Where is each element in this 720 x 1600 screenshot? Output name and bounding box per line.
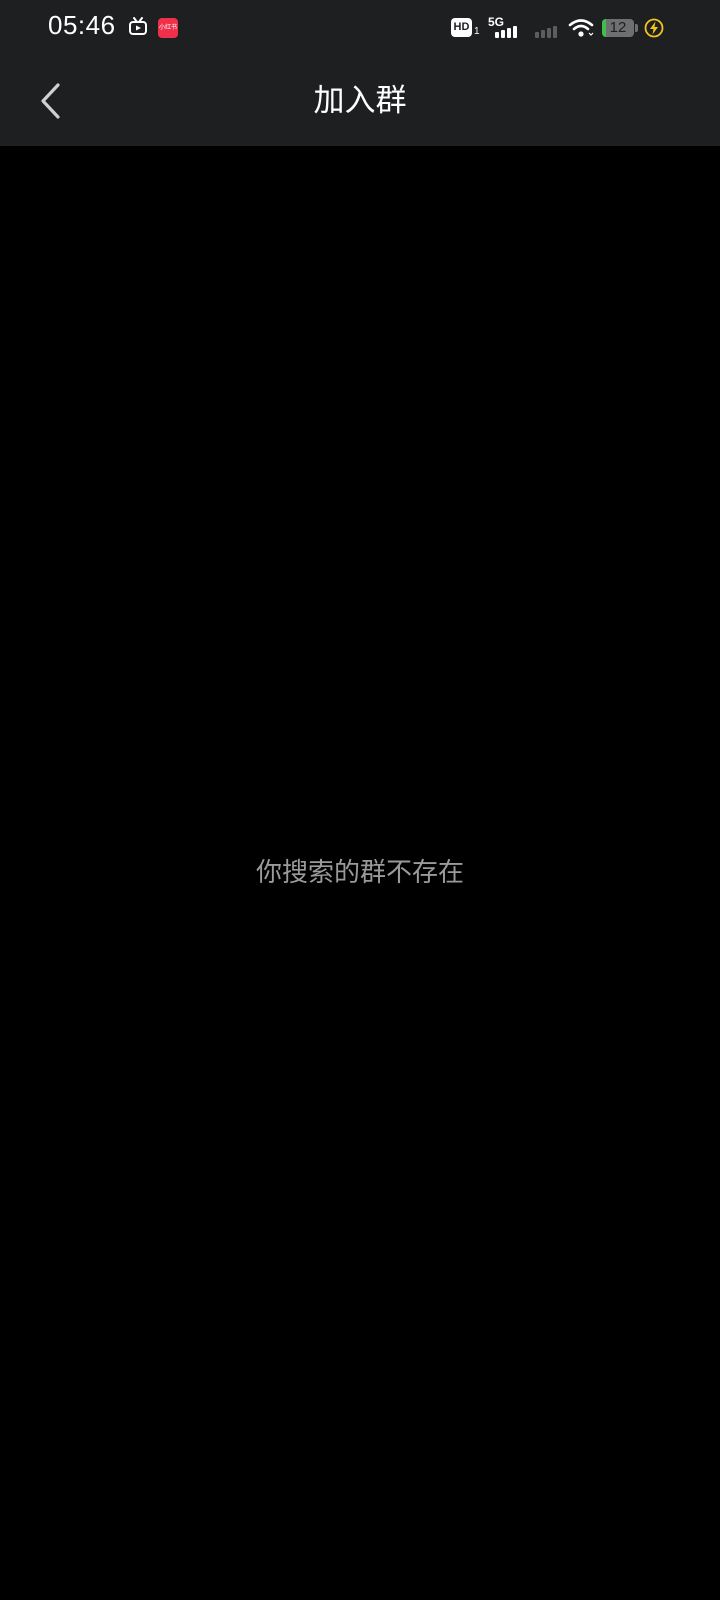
charging-icon	[644, 18, 664, 38]
main-content: 你搜索的群不存在	[0, 146, 720, 1600]
nav-bar: 加入群	[0, 56, 720, 146]
red-app-icon: 小红书	[158, 18, 178, 38]
hd-badge: HD	[451, 18, 472, 37]
battery-level: 12	[609, 19, 627, 36]
battery-icon: 12	[602, 19, 634, 37]
red-app-label: 小红书	[158, 25, 177, 31]
status-time: 05:46	[48, 10, 116, 40]
signal-icon	[495, 26, 517, 38]
empty-state-message: 你搜索的群不存在	[255, 858, 464, 888]
wifi-icon	[568, 19, 594, 37]
signal-icon-secondary	[535, 26, 557, 38]
battery-cap	[635, 24, 638, 32]
status-bar: 05:46 小红书 HD 1 5G 12	[0, 0, 720, 56]
tv-app-icon	[129, 17, 147, 35]
chevron-left-icon	[41, 83, 60, 119]
back-button[interactable]	[26, 76, 76, 126]
page-title: 加入群	[313, 83, 407, 119]
hd-sim-number: 1	[474, 26, 480, 37]
